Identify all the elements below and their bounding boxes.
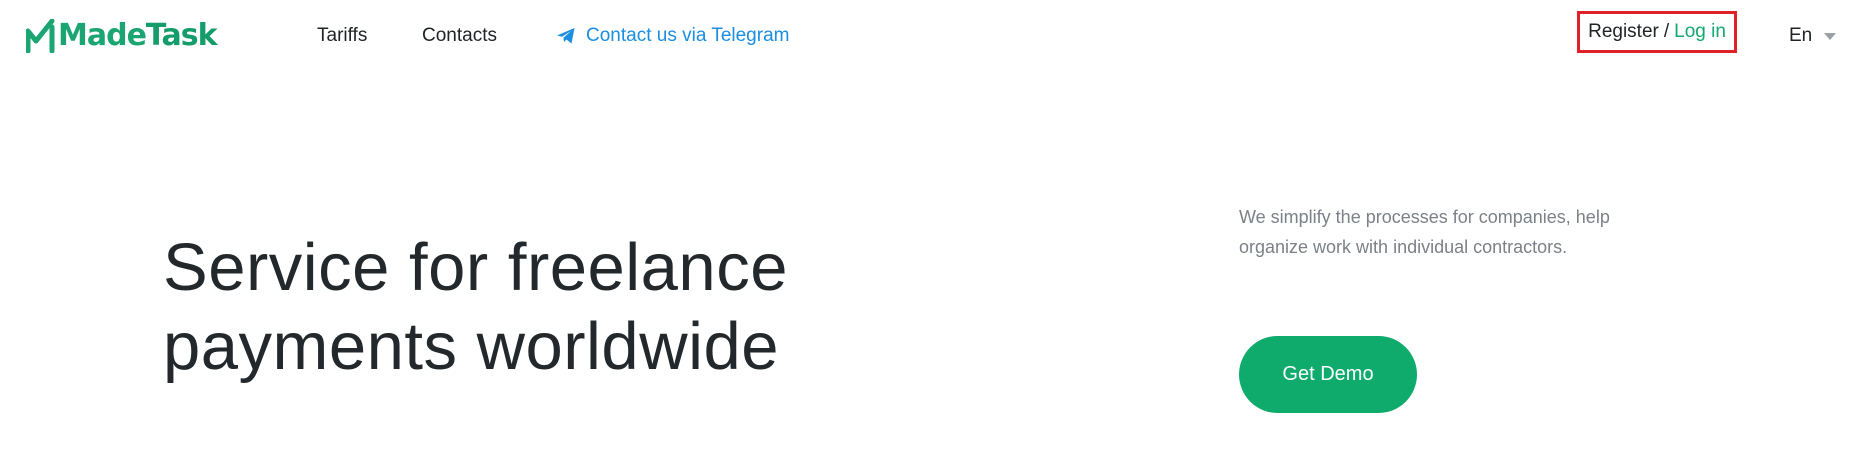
site-header: MadeTask Tariffs Contacts Contact us via… [0,0,1859,72]
hero-title: Service for freelance payments worldwide [163,230,788,384]
logo[interactable]: MadeTask [26,12,218,60]
get-demo-button[interactable]: Get Demo [1239,336,1417,413]
logo-icon [26,19,55,53]
language-selector[interactable]: En [1789,0,1837,72]
nav-item-telegram: Contact us via Telegram [556,0,789,72]
tariffs-link[interactable]: Tariffs [317,25,367,47]
nav-item-tariffs: Tariffs [317,0,367,72]
logo-task: Task [145,18,218,53]
login-link[interactable]: Log in [1674,21,1726,43]
auth-links-highlight: Register / Log in [1577,11,1737,53]
language-label: En [1789,25,1813,46]
telegram-icon [557,28,575,44]
telegram-contact-link[interactable]: Contact us via Telegram [556,25,789,47]
logo-made: Made [58,18,147,53]
page: MadeTask Tariffs Contacts Contact us via… [0,0,1859,453]
hero-description: We simplify the processes for companies,… [1239,207,1610,257]
telegram-link-label: Contact us via Telegram [586,25,790,46]
chevron-down-icon [1824,32,1837,40]
contacts-link[interactable]: Contacts [422,25,497,47]
auth-separator: / [1663,21,1670,42]
logo-text: MadeTask [58,18,218,53]
register-link[interactable]: Register [1588,21,1659,43]
nav-item-contacts: Contacts [422,0,497,72]
